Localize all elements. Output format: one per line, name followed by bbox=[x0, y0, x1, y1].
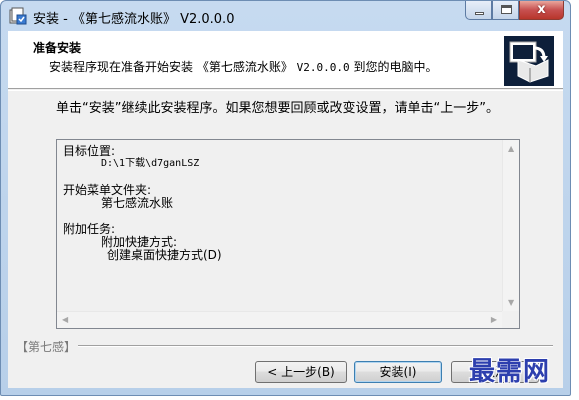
close-button[interactable]: x bbox=[519, 1, 564, 20]
scroll-left-icon[interactable]: ◀ bbox=[62, 316, 68, 324]
caption-buttons: x bbox=[465, 1, 564, 21]
maximize-icon bbox=[501, 5, 512, 14]
memo-dest-value: D:\1下载\d7ganLSZ bbox=[101, 158, 200, 169]
window-title: 安装 - 《第七感流水账》 V2.0.0.0 bbox=[33, 12, 235, 27]
memo-tasks-label: 附加任务: bbox=[63, 222, 116, 236]
watermark-text: 最需网 bbox=[469, 357, 551, 387]
subtitle-version: V2.0.0.0 bbox=[296, 61, 350, 74]
wizard-header: 准备安装 安装程序现在准备开始安装 《第七感流水账》 V2.0.0.0 到您的电… bbox=[8, 31, 563, 89]
install-button[interactable]: 安装(I) bbox=[354, 361, 442, 383]
brand-label: 【第七感】 bbox=[16, 340, 77, 354]
setup-icon bbox=[9, 7, 27, 25]
subtitle-text: 安装程序现在准备开始安装 《第七感流水账》 bbox=[49, 60, 293, 74]
intro-text: 单击“安装”继续此安装程序。如果您想要回顾或改变设置，请单击“上一步”。 bbox=[56, 101, 499, 116]
memo-start-menu-value: 第七感流水账 bbox=[101, 196, 174, 210]
ready-memo[interactable]: 目标位置: D:\1下载\d7ganLSZ 开始菜单文件夹: 第七感流水账 附加… bbox=[56, 139, 520, 329]
back-button[interactable]: < 上一步(B) bbox=[255, 361, 347, 383]
memo-tasks-group: 附加快捷方式: bbox=[101, 235, 178, 249]
scroll-corner bbox=[502, 311, 519, 328]
scroll-up-icon[interactable]: ▲ bbox=[508, 145, 514, 153]
header-separator bbox=[8, 90, 563, 91]
memo-start-menu-label: 开始菜单文件夹: bbox=[63, 183, 152, 197]
computer-install-icon bbox=[504, 36, 554, 86]
close-icon: x bbox=[537, 2, 546, 17]
memo-content: 目标位置: D:\1下载\d7ganLSZ 开始菜单文件夹: 第七感流水账 附加… bbox=[63, 144, 499, 262]
minimize-button[interactable] bbox=[465, 1, 492, 20]
memo-dest-label: 目标位置: bbox=[63, 144, 116, 158]
wizard-client-area: 准备安装 安装程序现在准备开始安装 《第七感流水账》 V2.0.0.0 到您的电… bbox=[8, 31, 563, 388]
subtitle-tail: 到您的电脑中。 bbox=[353, 60, 438, 74]
scroll-down-icon[interactable]: ▼ bbox=[508, 299, 514, 307]
vertical-scrollbar[interactable]: ▲ ▼ bbox=[502, 140, 519, 311]
maximize-button[interactable] bbox=[492, 1, 519, 20]
horizontal-scrollbar[interactable]: ◀ ▶ bbox=[57, 311, 502, 328]
installer-window: 安装 - 《第七感流水账》 V2.0.0.0 x 准备安装 安装程序现在准备开始… bbox=[0, 0, 571, 396]
title-bar[interactable]: 安装 - 《第七感流水账》 V2.0.0.0 x bbox=[1, 1, 570, 31]
page-subtitle: 安装程序现在准备开始安装 《第七感流水账》 V2.0.0.0 到您的电脑中。 bbox=[49, 58, 437, 75]
scroll-right-icon[interactable]: ▶ bbox=[491, 316, 497, 324]
memo-tasks-item: 创建桌面快捷方式(D) bbox=[107, 248, 222, 262]
page-title: 准备安装 bbox=[33, 41, 82, 55]
footer-divider bbox=[78, 345, 553, 347]
minimize-icon bbox=[475, 12, 484, 15]
